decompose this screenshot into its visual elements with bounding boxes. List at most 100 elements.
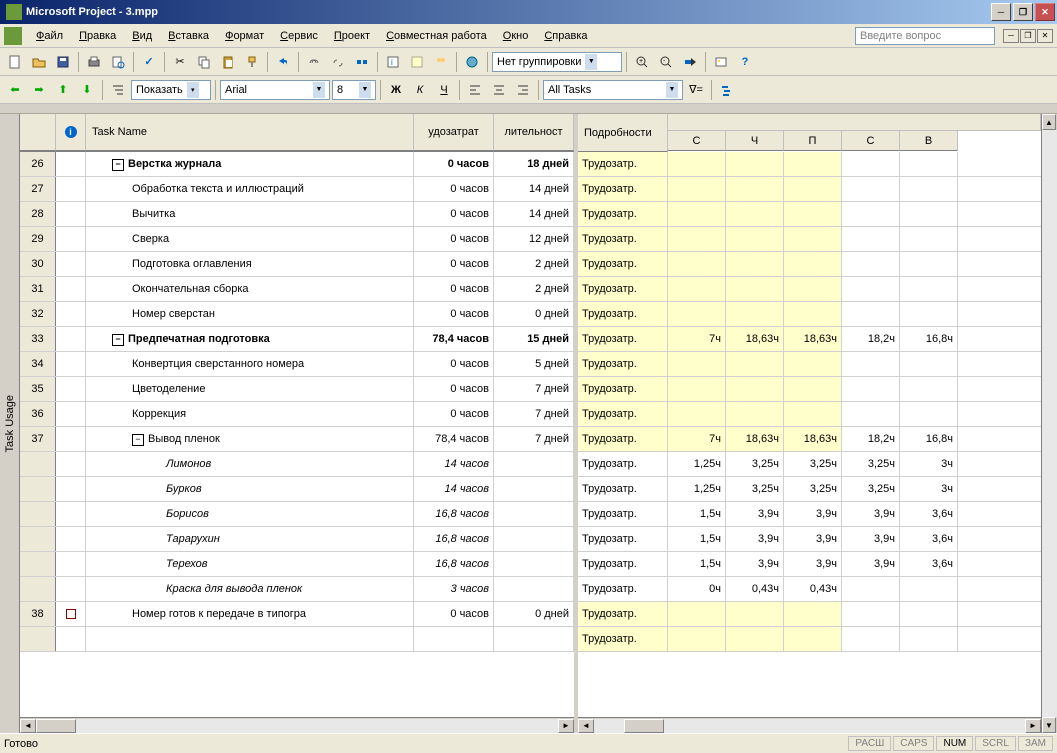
arrow-right-icon[interactable]: ➡ [28, 79, 50, 101]
timephased-cell[interactable] [900, 352, 958, 376]
align-center-icon[interactable] [488, 79, 510, 101]
timephased-row[interactable]: Трудозатр.1,25ч3,25ч3,25ч3,25ч3ч [578, 452, 1041, 477]
left-hscroll[interactable]: ◄ ► [20, 717, 574, 733]
menu-Формат[interactable]: Формат [217, 28, 272, 44]
timephased-cell[interactable] [726, 177, 784, 201]
timephased-cell[interactable]: 0,43ч [784, 577, 842, 601]
work-cell[interactable]: 0 часов [414, 152, 494, 176]
table-row[interactable]: 34Конвертция сверстанного номера0 часов5… [20, 352, 574, 377]
timephased-cell[interactable]: 18,63ч [784, 327, 842, 351]
timephased-cell[interactable]: 1,5ч [668, 502, 726, 526]
table-row[interactable]: Тарарухин16,8 часов [20, 527, 574, 552]
timephased-cell[interactable]: 1,25ч [668, 452, 726, 476]
timephased-cell[interactable] [784, 602, 842, 626]
italic-button[interactable]: К [409, 79, 431, 101]
menu-Файл[interactable]: Файл [28, 28, 71, 44]
work-cell[interactable]: 0 часов [414, 227, 494, 251]
unlink-icon[interactable] [327, 51, 349, 73]
timephased-cell[interactable]: 3,25ч [726, 477, 784, 501]
col-header-duration[interactable]: лительност [494, 114, 574, 151]
timephased-cell[interactable]: 7ч [668, 327, 726, 351]
duration-cell[interactable] [494, 527, 574, 551]
timephased-cell[interactable] [900, 577, 958, 601]
assign-resources-icon[interactable] [430, 51, 452, 73]
timephased-cell[interactable] [842, 177, 900, 201]
task-name-cell[interactable]: Цветоделение [86, 377, 414, 401]
timephased-cell[interactable]: 7ч [668, 427, 726, 451]
timephased-cell[interactable] [842, 277, 900, 301]
table-row[interactable]: 38Номер готов к передаче в типогра0 часо… [20, 602, 574, 627]
day-header[interactable]: С [668, 131, 726, 151]
day-header[interactable]: Ч [726, 131, 784, 151]
timephased-cell[interactable] [668, 277, 726, 301]
task-name-cell[interactable]: Номер готов к передаче в типогра [86, 602, 414, 626]
timephased-cell[interactable]: 18,2ч [842, 327, 900, 351]
row-number[interactable]: 38 [20, 602, 56, 626]
timephased-cell[interactable]: 16,8ч [900, 327, 958, 351]
spelling-icon[interactable]: ✓ [138, 51, 160, 73]
menu-Проект[interactable]: Проект [326, 28, 378, 44]
row-number[interactable]: 32 [20, 302, 56, 326]
table-row[interactable]: Терехов16,8 часов [20, 552, 574, 577]
menu-Сервис[interactable]: Сервис [272, 28, 326, 44]
timephased-row[interactable]: Трудозатр.1,5ч3,9ч3,9ч3,9ч3,6ч [578, 502, 1041, 527]
row-number[interactable] [20, 552, 56, 576]
table-row[interactable]: Бурков14 часов [20, 477, 574, 502]
row-number[interactable] [20, 627, 56, 651]
row-number[interactable] [20, 477, 56, 501]
timephased-cell[interactable]: 1,25ч [668, 477, 726, 501]
timephased-row[interactable]: Трудозатр.1,5ч3,9ч3,9ч3,9ч3,6ч [578, 527, 1041, 552]
row-number[interactable]: 27 [20, 177, 56, 201]
timephased-cell[interactable] [726, 302, 784, 326]
table-row[interactable]: 37Вывод пленок78,4 часов7 дней [20, 427, 574, 452]
timephased-row[interactable]: Трудозатр.7ч18,63ч18,63ч18,2ч16,8ч [578, 327, 1041, 352]
timephased-cell[interactable] [668, 177, 726, 201]
row-number[interactable]: 34 [20, 352, 56, 376]
table-row[interactable]: 36Коррекция0 часов7 дней [20, 402, 574, 427]
timephased-cell[interactable]: 18,63ч [726, 327, 784, 351]
filter-dropdown[interactable]: All Tasks▼ [543, 80, 683, 100]
col-header-work[interactable]: удозатрат [414, 114, 494, 151]
timephased-cell[interactable]: 3ч [900, 452, 958, 476]
timephased-cell[interactable] [842, 152, 900, 176]
work-cell[interactable]: 3 часов [414, 577, 494, 601]
new-icon[interactable] [4, 51, 26, 73]
task-name-cell[interactable]: Краска для вывода пленок [86, 577, 414, 601]
task-name-cell[interactable]: Номер сверстан [86, 302, 414, 326]
timephased-cell[interactable] [784, 302, 842, 326]
timephased-cell[interactable] [668, 227, 726, 251]
font-dropdown[interactable]: Arial▼ [220, 80, 330, 100]
duration-cell[interactable]: 14 дней [494, 177, 574, 201]
timephased-row[interactable]: Трудозатр. [578, 302, 1041, 327]
collapse-icon[interactable] [132, 433, 148, 446]
duration-cell[interactable]: 2 дней [494, 277, 574, 301]
timephased-row[interactable]: Трудозатр. [578, 252, 1041, 277]
timephased-cell[interactable] [842, 602, 900, 626]
timephased-cell[interactable] [668, 627, 726, 651]
task-name-cell[interactable]: Лимонов [86, 452, 414, 476]
timephased-cell[interactable] [726, 227, 784, 251]
timephased-cell[interactable]: 3,9ч [842, 502, 900, 526]
right-hscroll[interactable]: ◄ ► [578, 717, 1041, 733]
timephased-cell[interactable] [842, 227, 900, 251]
view-bar[interactable]: Task Usage [0, 114, 20, 733]
scroll-down-icon[interactable]: ▼ [1042, 717, 1056, 733]
table-row[interactable] [20, 627, 574, 652]
cut-icon[interactable]: ✂ [169, 51, 191, 73]
timephased-cell[interactable] [784, 177, 842, 201]
work-cell[interactable]: 16,8 часов [414, 552, 494, 576]
open-icon[interactable] [28, 51, 50, 73]
duration-cell[interactable]: 0 дней [494, 302, 574, 326]
timephased-row[interactable]: Трудозатр.1,25ч3,25ч3,25ч3,25ч3ч [578, 477, 1041, 502]
timephased-row[interactable]: Трудозатр. [578, 352, 1041, 377]
row-number[interactable]: 26 [20, 152, 56, 176]
duration-cell[interactable]: 12 дней [494, 227, 574, 251]
timephased-cell[interactable] [784, 202, 842, 226]
scroll-left-icon[interactable]: ◄ [20, 719, 36, 733]
timephased-cell[interactable]: 1,5ч [668, 552, 726, 576]
work-cell[interactable]: 0 часов [414, 202, 494, 226]
timephased-cell[interactable] [668, 402, 726, 426]
work-cell[interactable]: 16,8 часов [414, 502, 494, 526]
timephased-cell[interactable] [900, 377, 958, 401]
timephased-cell[interactable]: 3,6ч [900, 527, 958, 551]
